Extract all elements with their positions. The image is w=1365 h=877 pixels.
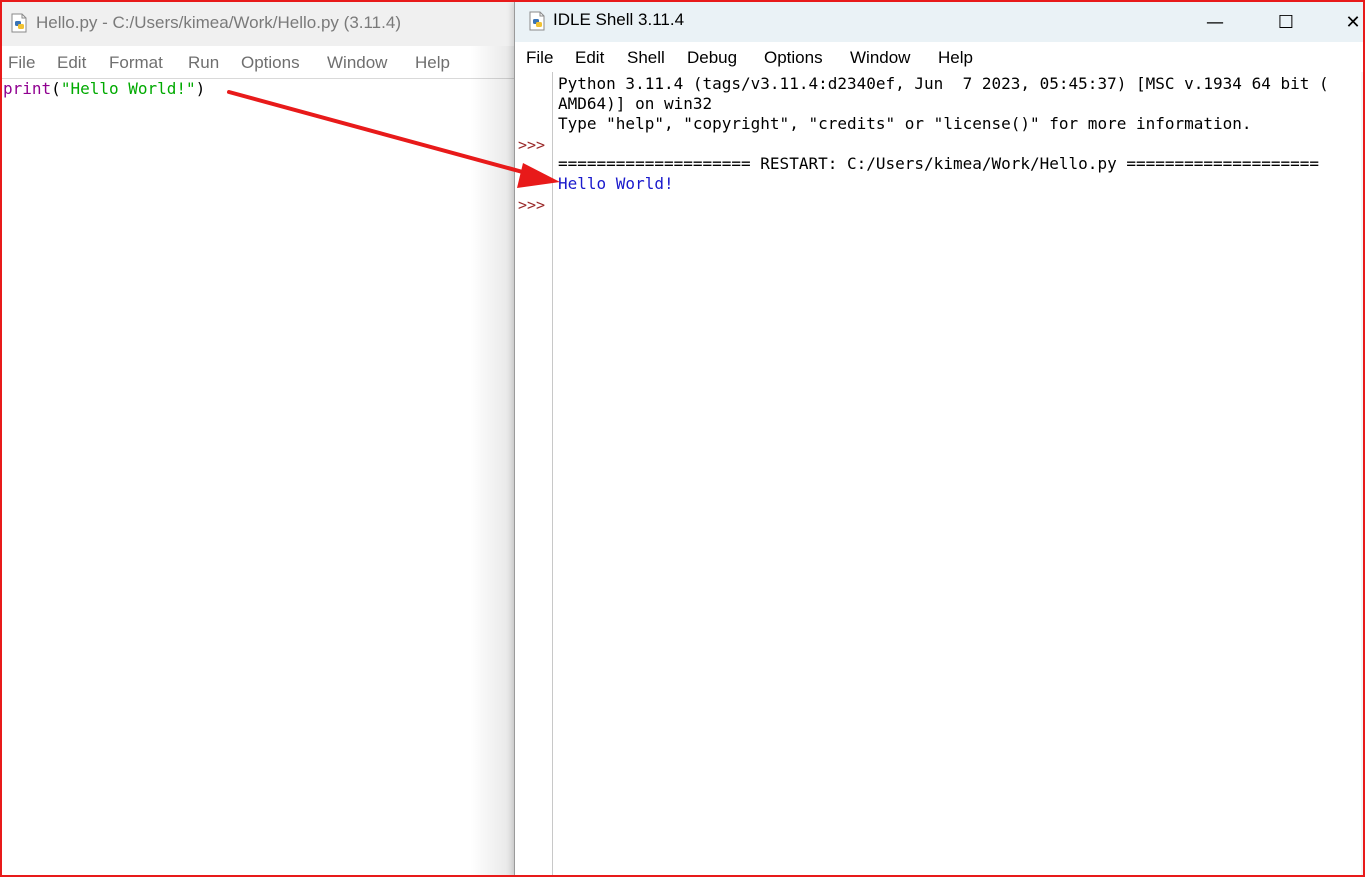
shell-output-line: Hello World! bbox=[558, 174, 674, 193]
editor-menu-format[interactable]: Format bbox=[109, 53, 163, 73]
python-file-icon bbox=[11, 13, 27, 33]
close-icon: ✕ bbox=[1345, 11, 1361, 33]
editor-menu-file[interactable]: File bbox=[8, 53, 35, 73]
shell-menu-file[interactable]: File bbox=[526, 48, 553, 68]
shell-menubar: File Edit Shell Debug Options Window Hel… bbox=[515, 42, 1365, 72]
minimize-icon: — bbox=[1206, 11, 1224, 33]
shell-menu-shell[interactable]: Shell bbox=[627, 48, 665, 68]
python-shell-icon bbox=[529, 11, 545, 31]
editor-menu-options[interactable]: Options bbox=[241, 53, 300, 73]
shell-titlebar[interactable]: IDLE Shell 3.11.4 — ☐ ✕ bbox=[515, 2, 1365, 42]
shell-menu-window[interactable]: Window bbox=[850, 48, 910, 68]
maximize-button[interactable]: ☐ bbox=[1263, 6, 1309, 38]
editor-title: Hello.py - C:/Users/kimea/Work/Hello.py … bbox=[36, 13, 401, 32]
close-button[interactable]: ✕ bbox=[1330, 6, 1365, 38]
code-paren-open: ( bbox=[51, 79, 61, 98]
shell-prompt-gutter: >>> >>> bbox=[515, 72, 553, 877]
code-string: "Hello World!" bbox=[60, 79, 196, 98]
shell-banner-line-2: AMD64)] on win32 bbox=[558, 94, 713, 113]
editor-menu-window[interactable]: Window bbox=[327, 53, 387, 73]
shell-menu-options[interactable]: Options bbox=[764, 48, 823, 68]
shell-banner-line-1: Python 3.11.4 (tags/v3.11.4:d2340ef, Jun… bbox=[558, 74, 1329, 93]
shell-menu-help[interactable]: Help bbox=[938, 48, 973, 68]
editor-menubar: File Edit Format Run Options Window Help bbox=[0, 46, 515, 79]
code-line-1[interactable]: print("Hello World!") bbox=[3, 79, 205, 99]
editor-window: Hello.py - C:/Users/kimea/Work/Hello.py … bbox=[0, 0, 515, 877]
shell-window: IDLE Shell 3.11.4 — ☐ ✕ File Edit Shell … bbox=[514, 2, 1365, 877]
shell-menu-edit[interactable]: Edit bbox=[575, 48, 604, 68]
editor-menu-edit[interactable]: Edit bbox=[57, 53, 86, 73]
shell-restart-line: ==================== RESTART: C:/Users/k… bbox=[558, 154, 1319, 173]
shell-title: IDLE Shell 3.11.4 bbox=[553, 10, 685, 29]
editor-titlebar[interactable]: Hello.py - C:/Users/kimea/Work/Hello.py … bbox=[0, 0, 515, 46]
shell-scrollbar[interactable] bbox=[1361, 72, 1365, 877]
code-paren-close: ) bbox=[195, 79, 206, 98]
shell-prompt-1: >>> bbox=[518, 136, 546, 154]
editor-edge-shadow bbox=[470, 46, 515, 877]
shell-prompt-2: >>> bbox=[518, 196, 546, 214]
editor-menu-run[interactable]: Run bbox=[188, 53, 219, 73]
maximize-icon: ☐ bbox=[1277, 11, 1295, 33]
shell-menu-debug[interactable]: Debug bbox=[687, 48, 737, 68]
code-builtin-print: print bbox=[3, 79, 52, 98]
shell-banner-line-3: Type "help", "copyright", "credits" or "… bbox=[558, 114, 1252, 133]
minimize-button[interactable]: — bbox=[1192, 6, 1238, 38]
editor-menu-help[interactable]: Help bbox=[415, 53, 450, 73]
